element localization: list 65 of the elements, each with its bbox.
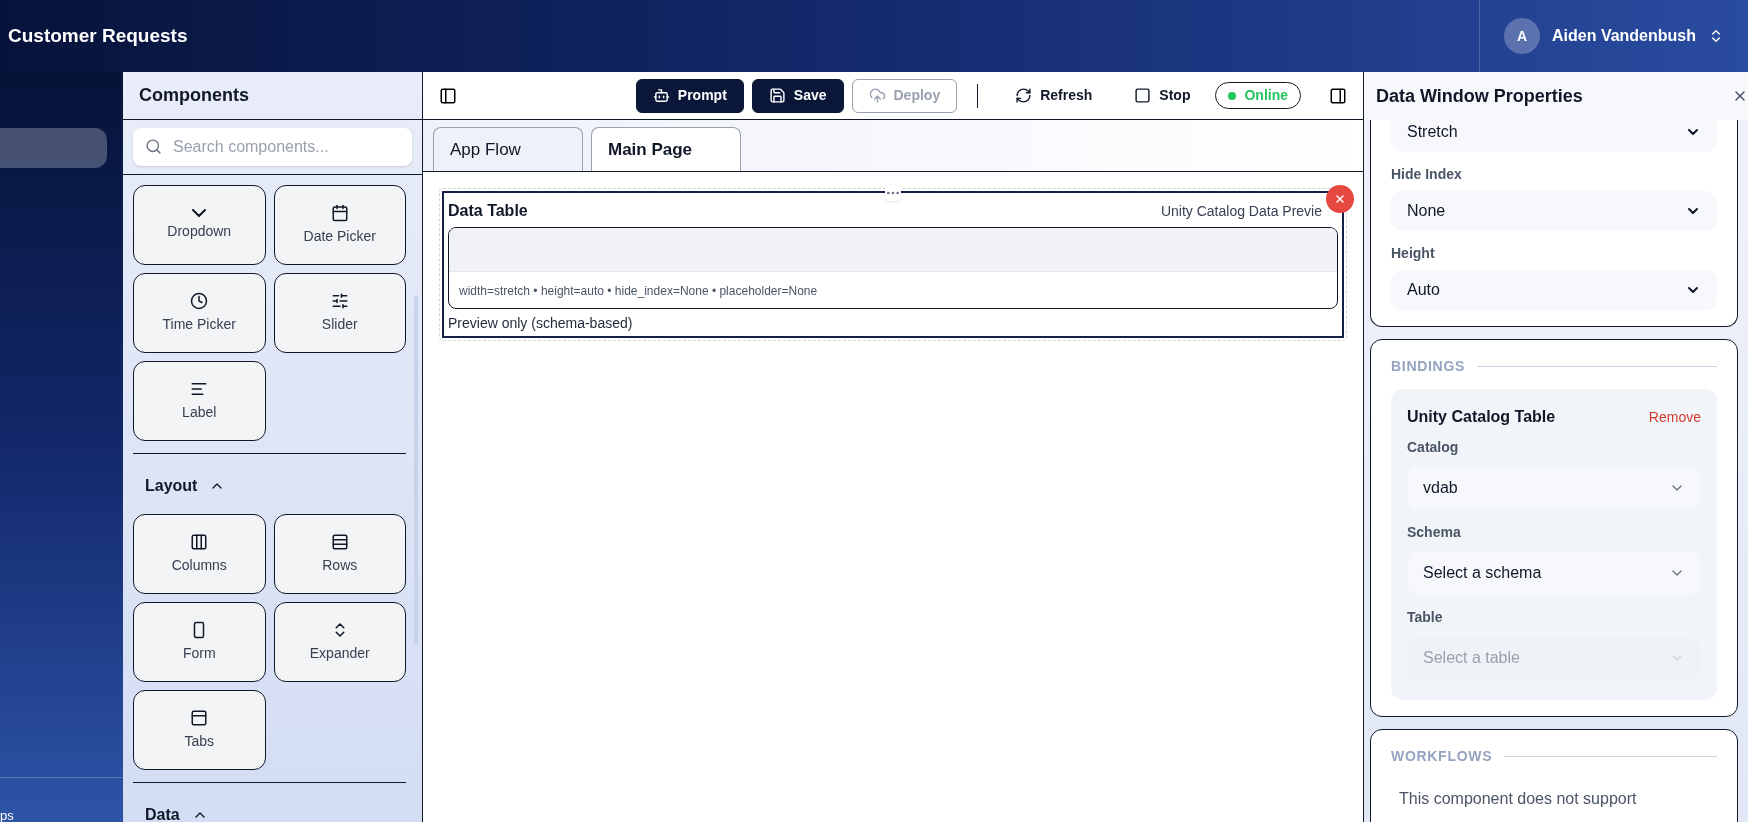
component-tile[interactable]: Form	[133, 602, 266, 682]
toolbar-icon	[868, 87, 886, 104]
drag-handle-icon[interactable]	[885, 185, 901, 201]
select-field[interactable]: Stretch	[1391, 120, 1717, 152]
field-label: Height	[1391, 244, 1436, 263]
component-tile[interactable]: Time Picker	[133, 273, 266, 353]
select-field[interactable]: vdab	[1407, 466, 1701, 510]
panel-title: Data Window Properties	[1376, 84, 1583, 108]
component-title: Data Table	[448, 201, 528, 221]
component-tile[interactable]: Slider	[273, 273, 406, 353]
close-icon	[1334, 193, 1346, 205]
data-table-component[interactable]: Data Table Unity Catalog Data Previe width=stretch • height=auto • hide_index=None • placeholder=None Preview only (schema-based)	[442, 191, 1344, 338]
component-icon	[190, 291, 209, 310]
field-label: Schema	[1407, 523, 1462, 542]
search-field[interactable]: Search components...	[133, 128, 412, 166]
tab[interactable]: Main Page	[591, 127, 741, 171]
component-subtitle: Unity Catalog Data Previe	[1160, 201, 1322, 221]
field-label: Catalog	[1407, 438, 1460, 457]
panel-left-icon	[439, 86, 457, 105]
component-tile[interactable]: Tabs	[133, 690, 266, 770]
component-icon	[330, 291, 349, 310]
component-tile[interactable]: Label	[133, 361, 266, 441]
component-tile[interactable]: Dropdown	[133, 185, 266, 265]
select-field[interactable]: Select a schema	[1407, 551, 1701, 595]
user-avatar: A	[1504, 18, 1540, 54]
select-field[interactable]: None	[1391, 191, 1717, 231]
toolbar-icon	[652, 87, 670, 104]
toolbar-button[interactable]: Stop	[1117, 78, 1208, 113]
remove-link[interactable]: Remove	[1648, 406, 1701, 428]
panel-title: Components	[139, 84, 249, 107]
component-icon	[192, 208, 207, 217]
toolbar-button[interactable]: Save	[751, 78, 844, 113]
tab[interactable]: App Flow	[433, 127, 583, 171]
component-icon	[190, 532, 209, 551]
sidebar-toggle[interactable]	[439, 86, 457, 105]
section-header[interactable]: Data	[133, 795, 220, 822]
toolbar-icon	[1134, 87, 1152, 104]
app-title: Customer Requests	[7, 23, 188, 48]
panel-right-icon	[1329, 86, 1347, 105]
component-icon	[330, 532, 349, 551]
search-icon	[145, 138, 162, 155]
component-icon	[190, 708, 209, 727]
component-icon	[330, 203, 349, 222]
preview-note: Preview only (schema-based)	[448, 314, 634, 333]
toolbar-button[interactable]: Prompt	[635, 78, 744, 113]
section-header[interactable]: Layout	[133, 466, 238, 506]
toolbar-icon	[1015, 87, 1033, 104]
nav-label: ps	[0, 809, 14, 822]
user-menu[interactable]: Aiden Vandenbush	[1552, 24, 1724, 48]
component-tile[interactable]: Expander	[273, 602, 406, 682]
section-label: WORKFLOWS	[1391, 747, 1493, 766]
toolbar-icon	[768, 87, 786, 104]
panel-toggle[interactable]	[1329, 86, 1347, 105]
field-label: Hide Index	[1391, 165, 1463, 184]
component-tile[interactable]: Date Picker	[273, 185, 406, 265]
component-tile[interactable]: Rows	[273, 514, 406, 594]
table-meta: width=stretch • height=auto • hide_index=None • placeholder=None	[459, 284, 818, 298]
section-label: BINDINGS	[1391, 357, 1466, 376]
binding-title: Unity Catalog Table	[1407, 407, 1556, 427]
toolbar-button[interactable]: Refresh	[998, 78, 1110, 113]
component-tile[interactable]: Columns	[133, 514, 266, 594]
workflows-message: This component does not support	[1398, 789, 1638, 809]
field-label: Table	[1407, 608, 1444, 627]
delete-button[interactable]	[1326, 185, 1354, 213]
select-field[interactable]: Auto	[1391, 270, 1717, 310]
